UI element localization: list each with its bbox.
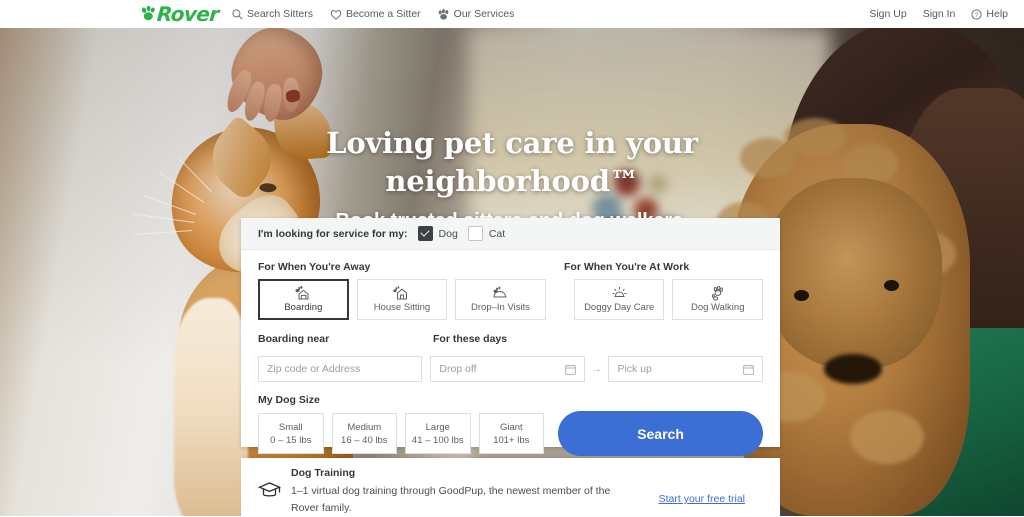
- dog-size-small-range: 0 – 15 lbs: [270, 434, 312, 446]
- dog-size-medium-name: Medium: [347, 421, 382, 433]
- cat-checkbox-label: Cat: [488, 227, 506, 240]
- service-boarding-label: Boarding: [284, 302, 323, 313]
- rover-logo[interactable]: Rover: [141, 2, 219, 26]
- calendar-icon: [564, 364, 576, 375]
- service-boarding[interactable]: Boarding: [258, 279, 349, 320]
- dog-training-promo-card: Dog Training 1–1 virtual dog training th…: [241, 458, 780, 516]
- service-group-divider: [554, 279, 566, 320]
- dog-size-small[interactable]: Small 0 – 15 lbs: [258, 413, 324, 454]
- dog-size-label: My Dog Size: [258, 394, 320, 406]
- nav-become-a-sitter[interactable]: Become a Sitter: [330, 8, 421, 20]
- location-input-placeholder: Zip code or Address: [267, 363, 361, 375]
- service-dog-walking-label: Dog Walking: [690, 302, 745, 313]
- doggy-day-care-icon: [610, 286, 629, 301]
- pickup-date-placeholder: Pick up: [617, 363, 652, 375]
- dog-size-small-name: Small: [278, 421, 303, 433]
- dog-size-medium-range: 16 – 40 lbs: [341, 434, 388, 446]
- dropoff-date-input[interactable]: Drop off: [430, 356, 585, 382]
- hero-headline-line1: Loving pet care in your: [326, 126, 698, 160]
- sign-up-link[interactable]: Sign Up: [869, 8, 906, 20]
- cat-checkbox[interactable]: [467, 226, 483, 241]
- location-field-label: Boarding near: [258, 333, 330, 345]
- start-free-trial-link[interactable]: Start your free trial: [659, 467, 745, 505]
- logo-wordmark: Rover: [156, 2, 220, 26]
- drop-in-visits-icon: [491, 286, 510, 301]
- pet-prompt-label: I'm looking for service for my:: [258, 227, 408, 240]
- pet-type-selector: I'm looking for service for my: Dog Cat: [241, 218, 780, 250]
- hero-headline: Loving pet care in your neighborhood™: [0, 124, 1024, 200]
- pet-option-dog[interactable]: Dog: [417, 226, 458, 241]
- service-house-sitting-label: House Sitting: [373, 302, 431, 313]
- nav-search-sitters[interactable]: Search Sitters: [232, 8, 313, 20]
- search-card: I'm looking for service for my: Dog Cat …: [241, 218, 780, 456]
- svg-text:?: ?: [975, 12, 979, 19]
- nav-our-services-label: Our Services: [453, 8, 515, 20]
- dog-size-giant-range: 101+ lbs: [493, 434, 530, 446]
- dropoff-date-placeholder: Drop off: [439, 363, 477, 375]
- promo-description: 1–1 virtual dog training through GoodPup…: [291, 485, 611, 514]
- top-navigation-bar: Rover Search Sitters Become a Sitter Our…: [0, 0, 1024, 28]
- calendar-icon: [743, 364, 754, 375]
- question-circle-icon: ?: [971, 8, 982, 20]
- promo-text-block: Dog Training 1–1 virtual dog training th…: [286, 467, 659, 517]
- paw-icon: [438, 8, 450, 20]
- help-label: Help: [986, 8, 1008, 20]
- search-button[interactable]: Search: [558, 411, 764, 456]
- help-link[interactable]: ? Help: [971, 8, 1008, 20]
- nav-become-a-sitter-label: Become a Sitter: [345, 8, 421, 20]
- pet-option-cat[interactable]: Cat: [467, 226, 506, 241]
- house-sitting-icon: [393, 286, 410, 301]
- date-range-arrow: →: [591, 363, 603, 375]
- dog-size-large[interactable]: Large 41 – 100 lbs: [405, 413, 471, 454]
- promo-title: Dog Training: [291, 467, 356, 479]
- paw-print-icon: [141, 6, 156, 22]
- nav-our-services[interactable]: Our Services: [438, 8, 515, 20]
- dog-size-giant-name: Giant: [499, 421, 523, 433]
- search-fields-row: Zip code or Address Drop off → Pick up: [258, 356, 763, 382]
- service-house-sitting[interactable]: House Sitting: [356, 279, 448, 320]
- group-heading-work: For When You're At Work: [564, 261, 690, 273]
- nav-account-links: Sign Up Sign In ? Help: [869, 0, 1008, 28]
- service-group-headings: For When You're Away For When You're At …: [258, 261, 763, 279]
- search-icon: [232, 8, 243, 20]
- boarding-icon: [295, 286, 312, 301]
- service-type-buttons: Boarding House Sitting Drop–In Visits Do…: [258, 279, 763, 320]
- dog-size-medium[interactable]: Medium 16 – 40 lbs: [331, 413, 398, 454]
- dog-checkbox[interactable]: [417, 226, 433, 241]
- nav-links: Search Sitters Become a Sitter Our Servi…: [232, 0, 514, 28]
- dog-size-large-name: Large: [425, 421, 450, 433]
- service-doggy-day-care-label: Doggy Day Care: [584, 302, 655, 313]
- dog-walking-icon: [709, 286, 727, 301]
- pickup-date-input[interactable]: Pick up: [608, 356, 763, 382]
- service-drop-in-visits-label: Drop–In Visits: [471, 302, 530, 313]
- service-doggy-day-care[interactable]: Doggy Day Care: [573, 279, 665, 320]
- dates-field-label: For these days: [433, 333, 508, 345]
- dog-size-giant[interactable]: Giant 101+ lbs: [478, 413, 545, 454]
- service-drop-in-visits[interactable]: Drop–In Visits: [455, 279, 546, 320]
- search-card-body: For When You're Away For When You're At …: [241, 250, 780, 456]
- sign-in-link[interactable]: Sign In: [923, 8, 956, 20]
- dog-size-options: Small 0 – 15 lbs Medium 16 – 40 lbs Larg…: [258, 411, 764, 456]
- location-input[interactable]: Zip code or Address: [258, 356, 423, 382]
- group-heading-away: For When You're Away: [258, 261, 371, 273]
- dog-size-large-range: 41 – 100 lbs: [411, 434, 464, 446]
- hero-headline-line2: neighborhood™: [385, 164, 639, 198]
- service-dog-walking[interactable]: Dog Walking: [672, 279, 763, 320]
- nav-search-sitters-label: Search Sitters: [247, 8, 313, 20]
- dog-checkbox-label: Dog: [438, 227, 458, 240]
- heart-icon: [330, 9, 342, 20]
- search-field-labels: Boarding near For these days: [258, 333, 763, 351]
- graduation-cap-icon: [258, 467, 286, 500]
